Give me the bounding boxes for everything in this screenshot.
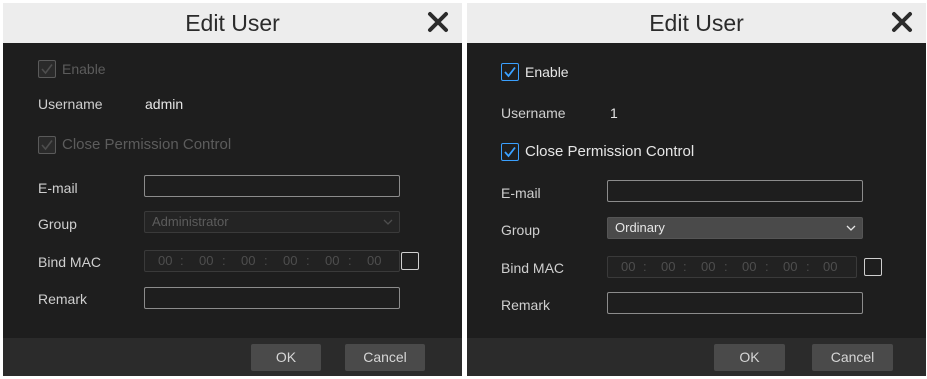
enable-check-box[interactable] bbox=[501, 63, 519, 81]
group-select[interactable]: Administrator bbox=[144, 211, 400, 233]
mac-separator: : bbox=[683, 259, 687, 274]
group-label: Group bbox=[501, 222, 540, 238]
dialog-title: Edit User bbox=[185, 10, 280, 36]
enable-check-box[interactable] bbox=[38, 60, 56, 78]
mac-octet-2: 00 bbox=[199, 253, 214, 268]
chevron-down-icon bbox=[846, 225, 856, 231]
mac-separator: : bbox=[643, 259, 647, 274]
close-permission-label: Close Permission Control bbox=[62, 136, 232, 153]
email-label: E-mail bbox=[501, 185, 541, 201]
mac-separator: : bbox=[765, 259, 769, 274]
cancel-button[interactable]: Cancel bbox=[345, 344, 425, 371]
mac-octet-5: 00 bbox=[783, 259, 798, 274]
chevron-down-icon bbox=[383, 219, 393, 225]
group-selected-value: Administrator bbox=[152, 214, 229, 229]
ok-button[interactable]: OK bbox=[714, 344, 785, 371]
remark-input[interactable] bbox=[144, 287, 400, 309]
close-permission-check-box[interactable] bbox=[501, 143, 519, 161]
remark-label: Remark bbox=[38, 291, 88, 307]
mac-separator: : bbox=[306, 253, 310, 268]
bind-mac-checkbox[interactable] bbox=[864, 258, 882, 276]
ok-button[interactable]: OK bbox=[251, 344, 321, 371]
close-permission-label: Close Permission Control bbox=[525, 143, 695, 160]
edit-user-dialog-ordinary: Edit User Enable Username 1 Close Permis… bbox=[467, 3, 926, 376]
mac-octet-4: 00 bbox=[283, 253, 298, 268]
bind-mac-label: Bind MAC bbox=[38, 254, 102, 270]
check-icon bbox=[504, 66, 516, 78]
username-label: Username bbox=[501, 105, 566, 121]
enable-label: Enable bbox=[62, 61, 106, 77]
close-permission-check-box[interactable] bbox=[38, 136, 56, 154]
cancel-button[interactable]: Cancel bbox=[812, 344, 893, 371]
enable-label: Enable bbox=[525, 64, 569, 80]
mac-octet-6: 00 bbox=[367, 253, 382, 268]
group-selected-value: Ordinary bbox=[615, 220, 665, 235]
bind-mac-checkbox[interactable] bbox=[401, 252, 419, 270]
email-input[interactable] bbox=[607, 180, 863, 202]
mac-separator: : bbox=[724, 259, 728, 274]
mac-octet-3: 00 bbox=[701, 259, 716, 274]
check-icon bbox=[41, 140, 53, 151]
group-label: Group bbox=[38, 216, 77, 232]
dialog-titlebar: Edit User bbox=[3, 3, 462, 43]
dialog-titlebar: Edit User bbox=[467, 3, 926, 43]
mac-octet-1: 00 bbox=[158, 253, 173, 268]
mac-octet-2: 00 bbox=[661, 259, 676, 274]
mac-separator: : bbox=[348, 253, 352, 268]
bind-mac-label: Bind MAC bbox=[501, 260, 565, 276]
remark-input[interactable] bbox=[607, 292, 863, 314]
username-value: admin bbox=[145, 96, 184, 112]
mac-separator: : bbox=[180, 253, 184, 268]
mac-octet-5: 00 bbox=[325, 253, 340, 268]
mac-separator: : bbox=[806, 259, 810, 274]
mac-separator: : bbox=[264, 253, 268, 268]
edit-user-dialog-admin: Edit User Enable Username admin Close Pe… bbox=[3, 3, 462, 376]
dialog-title: Edit User bbox=[649, 10, 744, 36]
group-select[interactable]: Ordinary bbox=[607, 217, 863, 239]
close-icon[interactable] bbox=[426, 10, 450, 34]
check-icon bbox=[41, 64, 53, 75]
close-icon[interactable] bbox=[890, 10, 914, 34]
mac-octet-4: 00 bbox=[742, 259, 757, 274]
mac-address-field[interactable]: 00 : 00 : 00 : 00 : 00 : 00 bbox=[144, 250, 400, 272]
email-input[interactable] bbox=[144, 175, 400, 197]
check-icon bbox=[504, 146, 516, 158]
mac-separator: : bbox=[222, 253, 226, 268]
remark-label: Remark bbox=[501, 297, 551, 313]
mac-address-field[interactable]: 00 : 00 : 00 : 00 : 00 : 00 bbox=[607, 256, 857, 278]
mac-octet-3: 00 bbox=[241, 253, 256, 268]
username-label: Username bbox=[38, 96, 103, 112]
mac-octet-1: 00 bbox=[621, 259, 636, 274]
username-value: 1 bbox=[610, 105, 618, 121]
mac-octet-6: 00 bbox=[823, 259, 838, 274]
email-label: E-mail bbox=[38, 180, 78, 196]
dialog-footer: OK Cancel bbox=[467, 338, 926, 376]
dialog-footer: OK Cancel bbox=[3, 338, 462, 376]
